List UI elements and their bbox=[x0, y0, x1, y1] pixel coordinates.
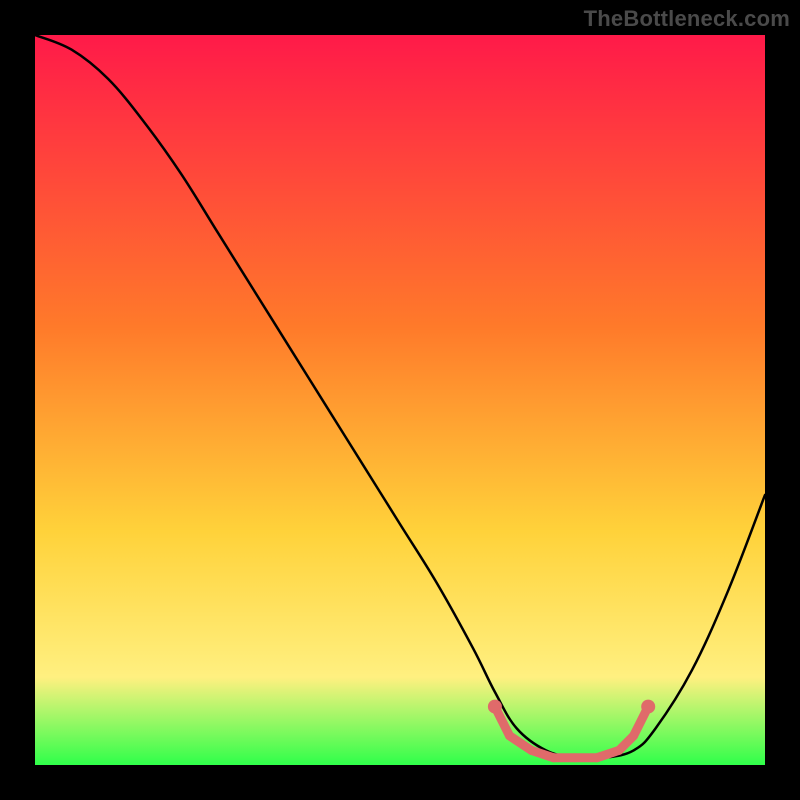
plot-svg bbox=[35, 35, 765, 765]
optimal-range-endpoint bbox=[488, 700, 502, 714]
chart-frame: TheBottleneck.com bbox=[0, 0, 800, 800]
optimal-range-endpoint bbox=[641, 700, 655, 714]
plot-area bbox=[35, 35, 765, 765]
gradient-background bbox=[35, 35, 765, 765]
watermark-text: TheBottleneck.com bbox=[584, 6, 790, 32]
